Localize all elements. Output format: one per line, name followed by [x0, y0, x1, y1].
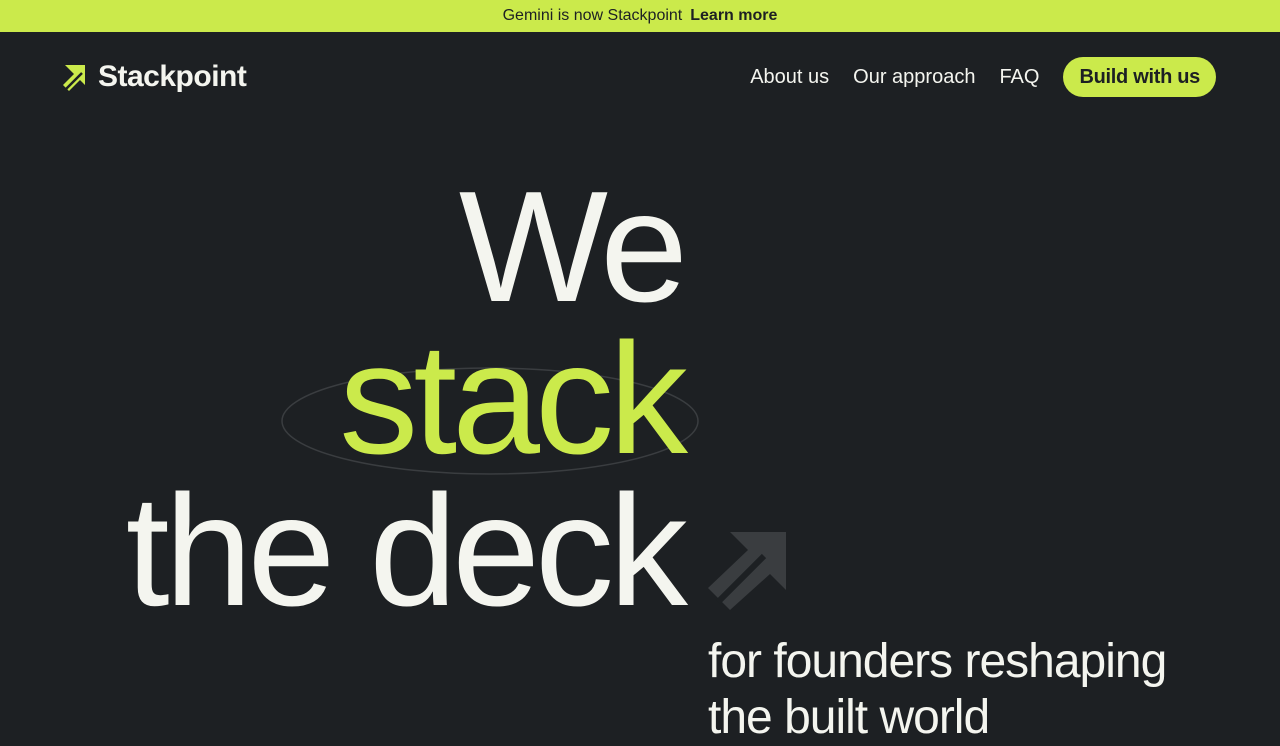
nav-approach-link[interactable]: Our approach [853, 66, 975, 89]
arrow-up-right-icon [63, 63, 87, 91]
hero-word-stack: stack [339, 311, 688, 487]
logo[interactable]: Stackpoint [63, 60, 247, 94]
hero-subtitle-line1: for founders reshaping [708, 635, 1167, 688]
hero-word-we: We [458, 159, 688, 335]
hero-word-the-deck: the deck [125, 463, 688, 639]
build-with-us-button[interactable]: Build with us [1063, 57, 1216, 97]
arrow-up-right-icon [708, 532, 786, 610]
announcement-text: Gemini is now Stackpoint [502, 7, 683, 24]
hero-subtitle: for founders reshaping the built world [708, 634, 1167, 746]
hero-subtitle-line2: the built world [708, 691, 990, 744]
announcement-bar: Gemini is now Stackpoint Learn more [0, 0, 1280, 32]
nav-faq-link[interactable]: FAQ [999, 66, 1039, 89]
nav-about-link[interactable]: About us [750, 66, 829, 89]
main-nav: About us Our approach FAQ Build with us [750, 57, 1216, 97]
learn-more-link[interactable]: Learn more [690, 7, 777, 25]
logo-text: Stackpoint [98, 60, 247, 93]
